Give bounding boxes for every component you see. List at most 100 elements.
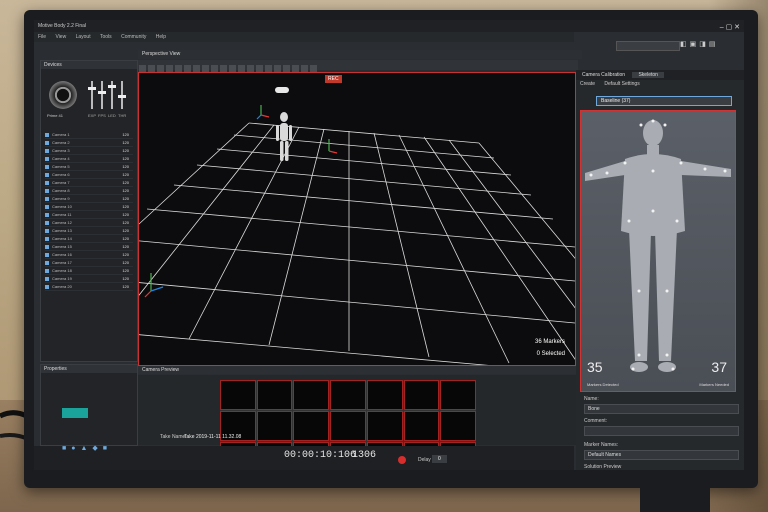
camera-icon <box>45 268 49 273</box>
device-row[interactable]: Camera 19 120 <box>45 275 133 283</box>
tool-button[interactable] <box>292 65 299 72</box>
fps-slider[interactable] <box>98 81 106 109</box>
recording-badge: REC <box>325 75 342 83</box>
device-row[interactable]: Camera 17 120 <box>45 259 133 267</box>
device-row[interactable]: Camera 18 120 <box>45 267 133 275</box>
camera-tile[interactable] <box>293 380 330 410</box>
camera-tile[interactable] <box>403 411 440 441</box>
device-row[interactable]: Camera 10 120 <box>45 203 133 211</box>
taskbar-button[interactable] <box>62 408 88 418</box>
devices-title: Devices <box>41 61 137 69</box>
tool-button[interactable] <box>193 65 200 72</box>
device-row[interactable]: Camera 3 120 <box>45 147 133 155</box>
tool-button[interactable] <box>310 65 317 72</box>
subtab-default-settings[interactable]: Default Settings <box>604 81 639 87</box>
camera-tile[interactable] <box>366 411 403 441</box>
delay-input[interactable]: 0 <box>432 455 447 463</box>
device-row[interactable]: Camera 4 120 <box>45 155 133 163</box>
exposure-slider[interactable] <box>88 81 96 109</box>
monitor-stand <box>640 488 710 512</box>
tab-skeleton[interactable]: Skeleton <box>632 72 664 78</box>
name-input[interactable]: Bone <box>584 404 739 414</box>
tool-button[interactable] <box>166 65 173 72</box>
marker-names-label: Marker Names: <box>584 442 619 448</box>
device-row[interactable]: Camera 1 120 <box>45 131 133 139</box>
tool-button[interactable] <box>220 65 227 72</box>
skeleton-preset-select[interactable]: Baseline (37) <box>596 96 732 106</box>
take-name-value[interactable]: Take 2019-11-11 11.32.08 <box>184 434 241 440</box>
toolbar-icons[interactable]: ◧▣◨▤ <box>680 40 718 48</box>
device-row[interactable]: Camera 8 120 <box>45 187 133 195</box>
device-rate: 120 <box>122 276 129 281</box>
tool-button[interactable] <box>148 65 155 72</box>
device-name: Camera 18 <box>52 268 72 273</box>
window-controls[interactable]: – ▢ ✕ <box>720 22 740 34</box>
tool-button[interactable] <box>175 65 182 72</box>
threshold-slider[interactable] <box>118 81 126 109</box>
menu-layout[interactable]: Layout <box>76 34 91 40</box>
slider-label: FPS <box>98 113 106 118</box>
camera-tile[interactable] <box>256 380 293 410</box>
device-rate: 120 <box>122 260 129 265</box>
led-slider[interactable] <box>108 81 116 109</box>
camera-tile[interactable] <box>440 411 476 441</box>
device-row[interactable]: Camera 2 120 <box>45 139 133 147</box>
comment-label: Comment: <box>584 418 608 424</box>
camera-model-label: Prime 41 <box>47 113 64 118</box>
camera-tile[interactable] <box>330 411 366 441</box>
device-row[interactable]: Camera 14 120 <box>45 235 133 243</box>
floor-grid <box>139 87 575 365</box>
tool-button[interactable] <box>283 65 290 72</box>
device-row[interactable]: Camera 5 120 <box>45 163 133 171</box>
taskbar-icons[interactable]: ■●▲◆■ <box>62 444 112 452</box>
marker-names-select[interactable]: Default Names <box>584 450 739 460</box>
camera-tile[interactable] <box>330 380 366 410</box>
menu-tools[interactable]: Tools <box>100 34 112 40</box>
camera-tile[interactable] <box>403 380 440 410</box>
tool-button[interactable] <box>229 65 236 72</box>
camera-tile[interactable] <box>256 411 293 441</box>
menu-help[interactable]: Help <box>156 34 166 40</box>
menu-file[interactable]: File <box>38 34 46 40</box>
device-row[interactable]: Camera 7 120 <box>45 179 133 187</box>
camera-tile[interactable] <box>366 380 403 410</box>
menu-view[interactable]: View <box>55 34 66 40</box>
device-rate: 120 <box>122 140 129 145</box>
tool-button[interactable] <box>238 65 245 72</box>
tool-button[interactable] <box>274 65 281 72</box>
device-row[interactable]: Camera 13 120 <box>45 227 133 235</box>
tab-camera-calibration[interactable]: Camera Calibration <box>576 72 631 78</box>
skeleton-preview: 35 Markers Detected 37 Markers Needed <box>580 110 736 392</box>
tool-button[interactable] <box>301 65 308 72</box>
device-row[interactable]: Camera 6 120 <box>45 171 133 179</box>
tool-button[interactable] <box>265 65 272 72</box>
camera-tile[interactable] <box>440 380 476 410</box>
search-input[interactable] <box>616 41 680 51</box>
tool-button[interactable] <box>256 65 263 72</box>
monitor-screen: Motive Body 2.2 Final – ▢ ✕ File View La… <box>34 20 744 470</box>
tool-button[interactable] <box>247 65 254 72</box>
properties-panel: Properties <box>40 364 138 446</box>
camera-tile[interactable] <box>293 411 330 441</box>
device-row[interactable]: Camera 9 120 <box>45 195 133 203</box>
device-row[interactable]: Camera 16 120 <box>45 251 133 259</box>
device-rate: 120 <box>122 236 129 241</box>
device-row[interactable]: Camera 15 120 <box>45 243 133 251</box>
device-row[interactable]: Camera 20 120 <box>45 283 133 291</box>
tool-button[interactable] <box>139 65 146 72</box>
tool-button[interactable] <box>211 65 218 72</box>
subtab-create[interactable]: Create <box>580 81 595 87</box>
perspective-viewport[interactable]: REC 36 Markers 0 Selected <box>138 72 576 366</box>
device-name: Camera 19 <box>52 276 72 281</box>
tool-button[interactable] <box>184 65 191 72</box>
device-row[interactable]: Camera 12 120 <box>45 219 133 227</box>
tool-button[interactable] <box>157 65 164 72</box>
comment-input[interactable] <box>584 426 739 436</box>
record-button[interactable] <box>398 456 406 464</box>
take-name-label: Take Name: <box>160 434 187 440</box>
device-row[interactable]: Camera 11 120 <box>45 211 133 219</box>
menu-community[interactable]: Community <box>121 34 146 40</box>
tool-button[interactable] <box>202 65 209 72</box>
right-subtabs: Create Default Settings <box>576 80 744 88</box>
camera-tile[interactable] <box>220 380 256 410</box>
